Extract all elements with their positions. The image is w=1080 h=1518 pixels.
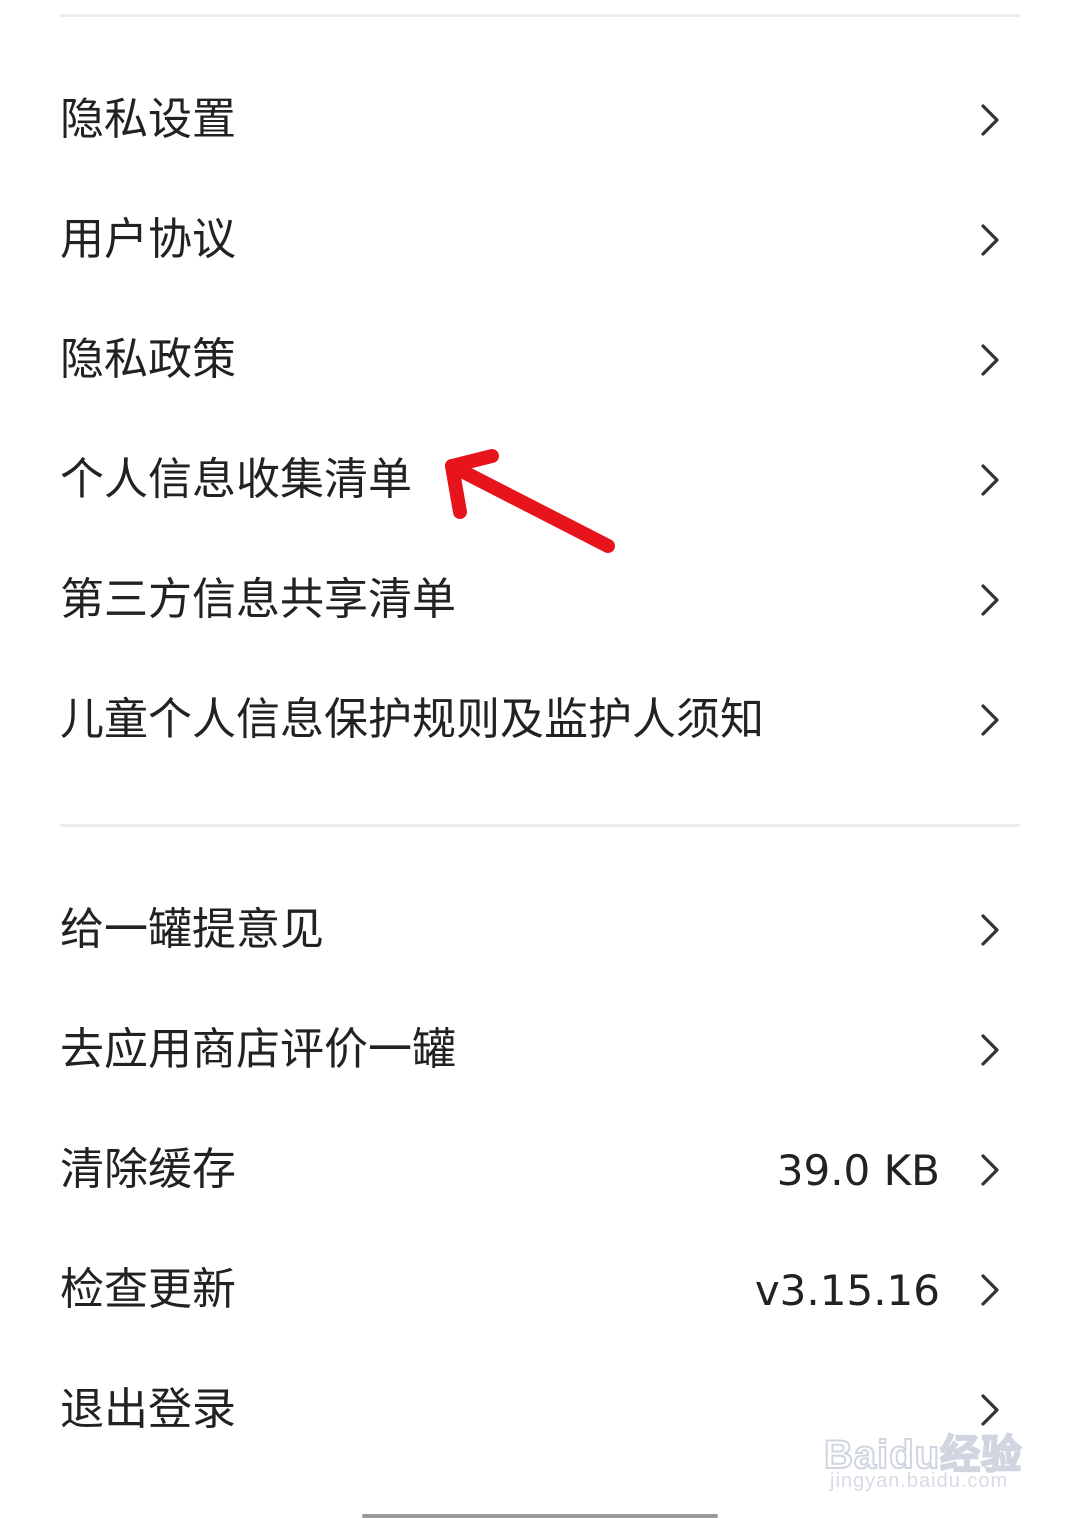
chevron-right-icon	[970, 1030, 1010, 1070]
section-divider	[60, 824, 1020, 827]
chevron-right-icon	[970, 580, 1010, 620]
row-label: 儿童个人信息保护规则及监护人须知	[60, 694, 764, 745]
settings-row-clear-cache[interactable]: 清除缓存 39.0 KB	[60, 1110, 1020, 1230]
home-indicator-bar[interactable]	[362, 1514, 718, 1518]
row-label: 给一罐提意见	[60, 904, 324, 955]
row-label: 退出登录	[60, 1384, 236, 1435]
settings-row-children-info-rules[interactable]: 儿童个人信息保护规则及监护人须知	[60, 660, 1020, 780]
cache-size-value: 39.0 KB	[776, 1145, 940, 1195]
top-divider	[60, 14, 1020, 17]
settings-row-third-party-sharing-list[interactable]: 第三方信息共享清单	[60, 540, 1020, 660]
version-value: v3.15.16	[754, 1265, 940, 1315]
settings-row-personal-info-list[interactable]: 个人信息收集清单	[60, 420, 1020, 540]
row-label: 隐私设置	[60, 94, 236, 145]
settings-row-feedback[interactable]: 给一罐提意见	[60, 870, 1020, 990]
settings-row-privacy-policy[interactable]: 隐私政策	[60, 300, 1020, 420]
row-label: 检查更新	[60, 1264, 236, 1315]
row-label: 去应用商店评价一罐	[60, 1024, 456, 1075]
watermark-url: jingyan.baidu.com	[830, 1470, 1009, 1492]
row-label: 隐私政策	[60, 334, 236, 385]
row-label: 个人信息收集清单	[60, 454, 412, 505]
chevron-right-icon	[970, 220, 1010, 260]
row-label: 第三方信息共享清单	[60, 574, 456, 625]
chevron-right-icon	[970, 100, 1010, 140]
chevron-right-icon	[970, 1390, 1010, 1430]
row-label: 清除缓存	[60, 1144, 236, 1195]
chevron-right-icon	[970, 700, 1010, 740]
settings-row-check-update[interactable]: 检查更新 v3.15.16	[60, 1230, 1020, 1350]
settings-row-logout[interactable]: 退出登录	[60, 1350, 1020, 1470]
chevron-right-icon	[970, 340, 1010, 380]
settings-row-rate-app[interactable]: 去应用商店评价一罐	[60, 990, 1020, 1110]
chevron-right-icon	[970, 1270, 1010, 1310]
chevron-right-icon	[970, 460, 1010, 500]
settings-row-user-agreement[interactable]: 用户协议	[60, 180, 1020, 300]
chevron-right-icon	[970, 1150, 1010, 1190]
row-label: 用户协议	[60, 214, 236, 265]
settings-row-privacy-settings[interactable]: 隐私设置	[60, 60, 1020, 180]
chevron-right-icon	[970, 910, 1010, 950]
